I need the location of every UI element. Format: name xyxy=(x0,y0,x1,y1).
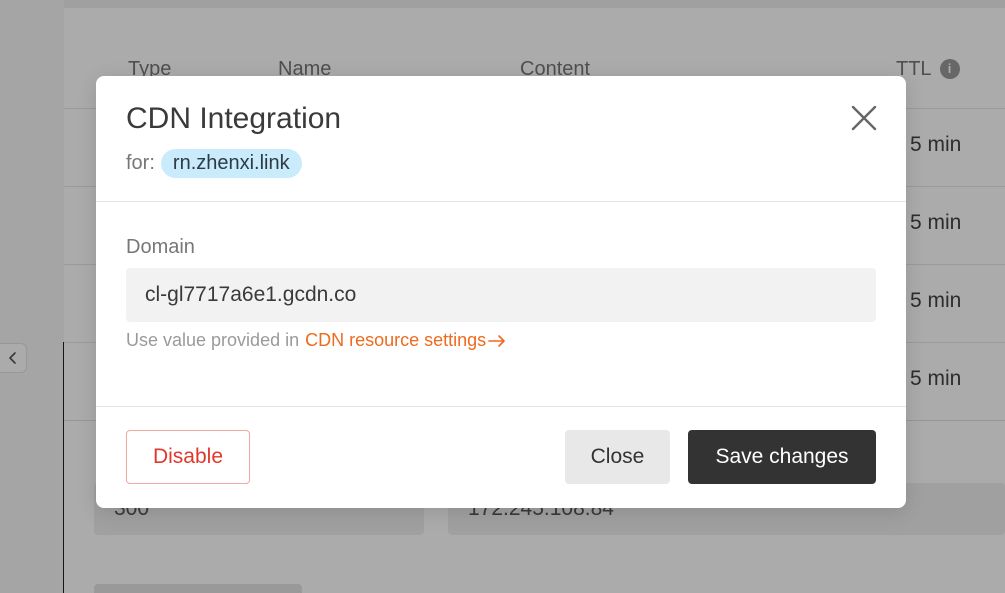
arrow-right-icon xyxy=(488,334,505,347)
subtitle-prefix: for: xyxy=(126,152,155,174)
cdn-integration-dialog: CDN Integration for: rn.zhenxi.link Doma… xyxy=(96,76,906,508)
close-button[interactable]: Close xyxy=(565,430,670,484)
hint-text: Use value provided in xyxy=(126,330,300,350)
dialog-header: CDN Integration for: rn.zhenxi.link xyxy=(96,76,906,202)
domain-chip: rn.zhenxi.link xyxy=(160,149,302,178)
domain-hint: Use value provided in CDN resource setti… xyxy=(126,330,506,351)
cdn-resource-settings-link[interactable]: CDN resource settings xyxy=(305,330,506,351)
dialog-subtitle: for: rn.zhenxi.link xyxy=(126,149,302,178)
disable-button[interactable]: Disable xyxy=(126,430,250,484)
dialog-footer: Disable Close Save changes xyxy=(96,407,906,508)
dialog-body: Domain Use value provided in CDN resourc… xyxy=(96,202,906,407)
save-changes-button[interactable]: Save changes xyxy=(688,430,876,484)
domain-input[interactable] xyxy=(126,268,876,322)
close-icon[interactable] xyxy=(850,104,878,132)
dialog-title: CDN Integration xyxy=(126,102,342,135)
hint-link-label: CDN resource settings xyxy=(305,330,487,350)
domain-field-label: Domain xyxy=(126,236,195,258)
